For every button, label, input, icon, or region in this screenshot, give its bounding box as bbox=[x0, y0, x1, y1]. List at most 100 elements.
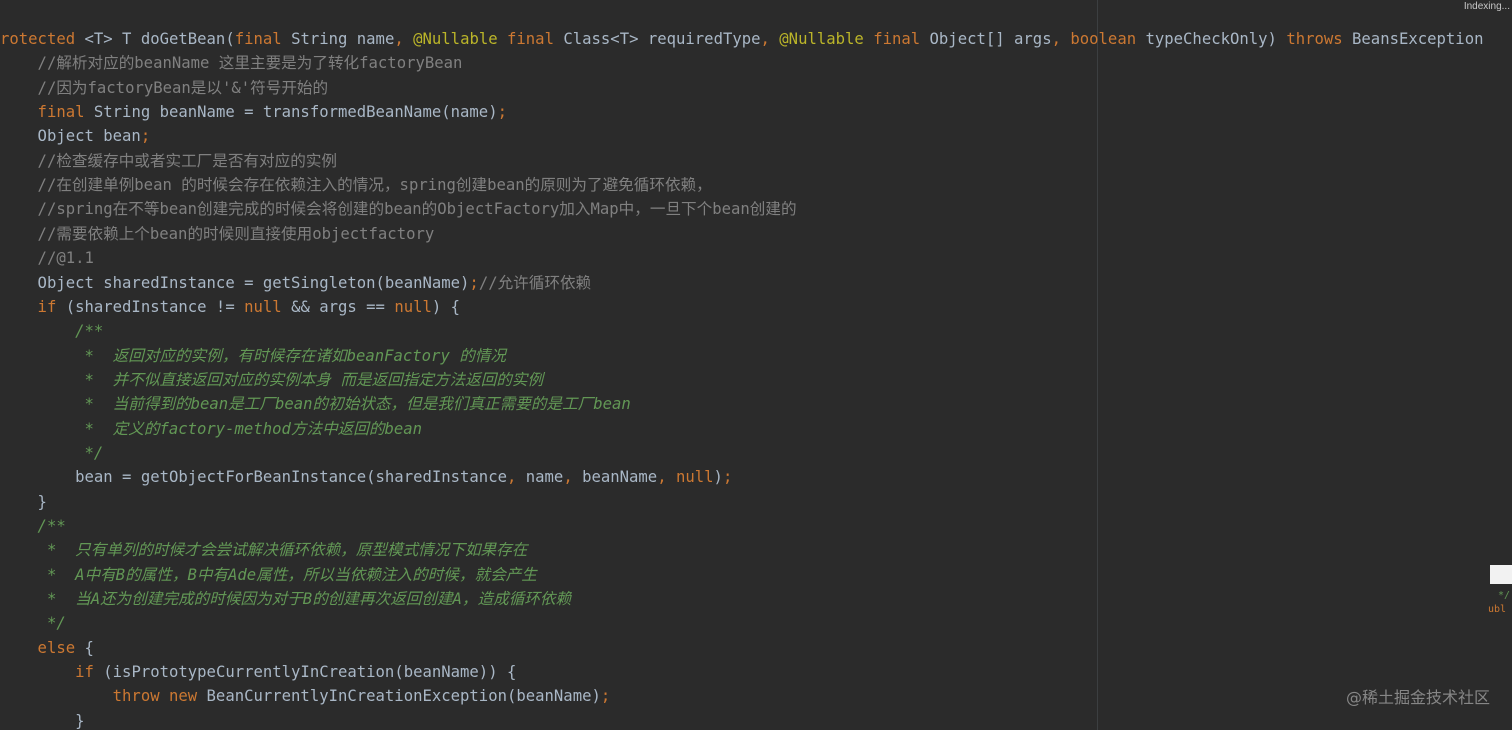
code-token: //允许循环依赖 bbox=[478, 273, 592, 292]
code-token: throw new bbox=[0, 687, 207, 706]
code-line[interactable]: */ bbox=[0, 441, 103, 465]
code-token: ; bbox=[497, 103, 507, 122]
code-token: null bbox=[244, 297, 292, 316]
code-token: ) { bbox=[431, 297, 461, 316]
code-token: , bbox=[760, 30, 780, 48]
code-token: /** bbox=[0, 517, 66, 535]
code-token: final bbox=[507, 30, 564, 48]
code-token: , bbox=[657, 468, 676, 487]
code-token: && args == bbox=[291, 297, 395, 316]
code-token: /** bbox=[0, 322, 104, 341]
code-line[interactable]: else { bbox=[0, 636, 94, 660]
code-token: beanName bbox=[582, 468, 658, 487]
code-line[interactable]: //@1.1 bbox=[0, 246, 94, 270]
code-token: { bbox=[84, 638, 94, 657]
editor-top-strip: Indexing... bbox=[0, 0, 1512, 24]
peek-panel-header bbox=[1490, 565, 1512, 584]
right-margin-guide bbox=[1097, 0, 1098, 730]
code-token: ; bbox=[469, 273, 479, 292]
code-token: String beanName = transformedBeanName(na… bbox=[93, 103, 498, 122]
code-token: BeanCurrentlyInCreationException(beanNam… bbox=[206, 687, 601, 706]
code-token: @Nullable bbox=[779, 30, 874, 48]
code-token: * 只有单列的时候才会尝试解决循环依赖，原型模式情况下如果存在 bbox=[0, 541, 528, 560]
peek-panel-line-2: ubl bbox=[1488, 604, 1507, 615]
code-token: //@1.1 bbox=[0, 249, 94, 268]
code-token: name bbox=[525, 468, 564, 487]
site-watermark: @稀土掘金技术社区 bbox=[1345, 688, 1490, 707]
code-token: throws bbox=[1286, 30, 1353, 48]
code-token: * 返回对应的实例，有时候存在诸如beanFactory 的情况 bbox=[0, 346, 507, 365]
code-token: null bbox=[394, 297, 432, 316]
code-line[interactable]: //需要依赖上个bean的时候则直接使用objectfactory bbox=[0, 222, 435, 246]
code-token: rotected bbox=[0, 30, 85, 48]
code-token: * 并不似直接返回对应的实例本身 而是返回指定方法返回的实例 bbox=[0, 370, 544, 389]
code-token: final bbox=[873, 30, 930, 48]
code-line[interactable]: //spring在不等bean创建完成的时候会将创建的bean的ObjectFa… bbox=[0, 197, 797, 221]
code-token: if bbox=[0, 297, 66, 316]
code-line[interactable]: } bbox=[0, 709, 85, 730]
code-line[interactable]: if (sharedInstance != null && args == nu… bbox=[0, 295, 461, 319]
code-token: final bbox=[0, 103, 94, 122]
code-line[interactable]: * 只有单列的时候才会尝试解决循环依赖，原型模式情况下如果存在 bbox=[0, 538, 527, 562]
code-line[interactable]: Object bean; bbox=[0, 124, 151, 148]
code-token: } bbox=[0, 711, 85, 730]
code-line[interactable]: throw new BeanCurrentlyInCreationExcepti… bbox=[0, 684, 611, 708]
code-token: boolean bbox=[1070, 30, 1146, 48]
code-line[interactable]: * 并不似直接返回对应的实例本身 而是返回指定方法返回的实例 bbox=[0, 368, 543, 392]
code-token: , bbox=[1051, 30, 1071, 48]
code-token: ) bbox=[713, 468, 723, 487]
code-token: final bbox=[234, 30, 292, 48]
code-line[interactable]: final String beanName = transformedBeanN… bbox=[0, 100, 507, 124]
code-token: bean = getObjectForBeanInstance(sharedIn… bbox=[0, 468, 507, 487]
code-token: , bbox=[506, 468, 526, 487]
code-line[interactable]: * A中有B的属性，B中有Ade属性，所以当依赖注入的时候，就会产生 bbox=[0, 563, 537, 587]
code-token: (sharedInstance != bbox=[65, 297, 245, 316]
code-token: * 当前得到的bean是工厂bean的初始状态，但是我们真正需要的是工厂bean bbox=[0, 395, 631, 414]
code-token: //在创建单例bean 的时候会存在依赖注入的情况，spring创建bean的原… bbox=[0, 176, 712, 195]
code-line[interactable]: //在创建单例bean 的时候会存在依赖注入的情况，spring创建bean的原… bbox=[0, 173, 712, 197]
code-token: , bbox=[563, 468, 583, 487]
code-token: * A中有B的属性，B中有Ade属性，所以当依赖注入的时候，就会产生 bbox=[0, 565, 537, 584]
code-line[interactable]: /** bbox=[0, 514, 66, 538]
code-token: Object bean bbox=[0, 127, 141, 146]
code-line[interactable]: /** bbox=[0, 319, 103, 343]
code-line[interactable]: //检查缓存中或者实工厂是否有对应的实例 bbox=[0, 149, 337, 173]
code-token: Class<T> requiredType bbox=[563, 30, 761, 48]
code-token: BeansException bbox=[1352, 30, 1484, 48]
code-token: Object sharedInstance = getSingleton(bea… bbox=[0, 273, 470, 292]
code-token: */ bbox=[0, 443, 104, 462]
code-token: <T> T doGetBean( bbox=[84, 30, 235, 48]
code-line[interactable]: //因为factoryBean是以'&'符号开始的 bbox=[0, 76, 329, 100]
indexing-status: Indexing... bbox=[1463, 1, 1510, 12]
code-token: } bbox=[0, 492, 47, 511]
code-token: (isPrototypeCurrentlyInCreation(beanName… bbox=[103, 663, 517, 682]
code-line[interactable]: if (isPrototypeCurrentlyInCreation(beanN… bbox=[0, 660, 516, 684]
code-token: String name bbox=[291, 30, 395, 48]
code-line[interactable]: * 当前得到的bean是工厂bean的初始状态，但是我们真正需要的是工厂bean bbox=[0, 392, 631, 416]
code-line[interactable]: */ bbox=[0, 611, 66, 635]
code-token: * 定义的factory-method方法中返回的bean bbox=[0, 419, 422, 438]
code-line[interactable]: * 当A还为创建完成的时候因为对于B的创建再次返回创建A，造成循环依赖 bbox=[0, 587, 571, 611]
code-line[interactable]: Object sharedInstance = getSingleton(bea… bbox=[0, 271, 592, 295]
code-token: //因为factoryBean是以'&'符号开始的 bbox=[0, 78, 329, 97]
code-token: null bbox=[675, 468, 714, 487]
code-token: typeCheckOnly) bbox=[1145, 30, 1287, 48]
code-line[interactable]: bean = getObjectForBeanInstance(sharedIn… bbox=[0, 465, 732, 489]
code-token: * 当A还为创建完成的时候因为对于B的创建再次返回创建A，造成循环依赖 bbox=[0, 590, 572, 609]
code-line[interactable]: } bbox=[0, 490, 47, 514]
code-token: ; bbox=[140, 127, 151, 146]
code-line[interactable]: rotected <T> T doGetBean(final String na… bbox=[0, 27, 1483, 51]
code-token: Object[] args bbox=[929, 30, 1052, 48]
code-token: @Nullable bbox=[413, 30, 508, 48]
code-line[interactable]: * 定义的factory-method方法中返回的bean bbox=[0, 417, 422, 441]
code-token: */ bbox=[0, 614, 66, 633]
code-token: ; bbox=[600, 687, 611, 706]
code-line[interactable]: * 返回对应的实例，有时候存在诸如beanFactory 的情况 bbox=[0, 344, 506, 368]
code-token: , bbox=[394, 30, 414, 48]
peek-panel-line-1: */ bbox=[1492, 590, 1511, 601]
code-line[interactable]: //解析对应的beanName 这里主要是为了转化factoryBean bbox=[0, 51, 463, 75]
code-token: //spring在不等bean创建完成的时候会将创建的bean的ObjectFa… bbox=[0, 200, 797, 219]
code-token: if bbox=[0, 663, 104, 682]
ide-editor-window: Indexing... rotected <T> T doGetBean(fin… bbox=[0, 0, 1512, 730]
code-token: //需要依赖上个bean的时候则直接使用objectfactory bbox=[0, 224, 435, 243]
